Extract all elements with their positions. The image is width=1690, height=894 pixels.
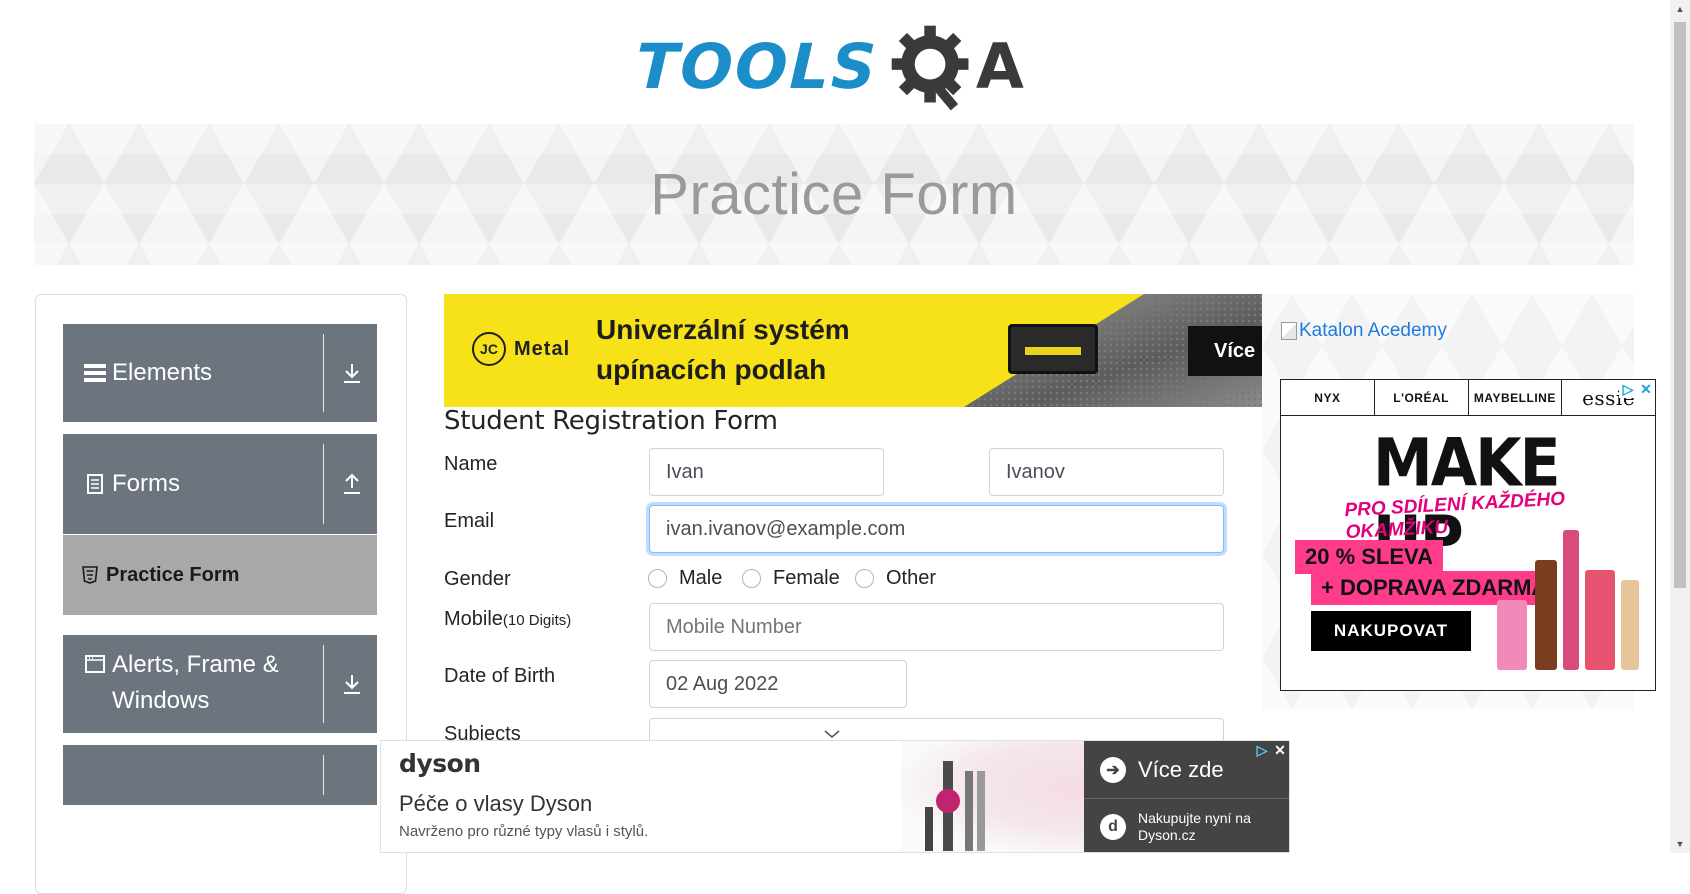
gender-male-radio[interactable]: Male [648,567,722,590]
radio-circle[interactable] [855,569,874,588]
makeup-ad[interactable]: NYX L'ORÉAL MAYBELLINE essie ▷ ✕ MAKE UP… [1280,379,1656,691]
date-of-birth-input[interactable] [649,660,907,708]
adchoices-icon[interactable]: ▷ [1619,380,1637,398]
sidebar-group-elements[interactable]: Elements [63,324,377,422]
ad-choices[interactable]: ▷ ✕ [1253,741,1289,759]
radio-circle[interactable] [742,569,761,588]
ad-cta-button[interactable]: Více i [1188,326,1262,376]
dyson-shop-text: Nakupujte nyní na Dyson.cz [1138,810,1251,844]
vertical-scrollbar[interactable]: ▲ ▼ [1670,0,1690,853]
katalon-link-text: Katalon Acedemy [1299,320,1447,341]
dyson-more-label: Více zde [1138,756,1224,782]
sidebar-group-next[interactable] [63,745,377,805]
radio-circle[interactable] [648,569,667,588]
download-arrow-icon[interactable] [339,671,365,697]
dob-label: Date of Birth [444,665,556,687]
page-title: Practice Form [650,162,1018,227]
scroll-up-icon[interactable]: ▲ [1670,0,1690,18]
lash-paradise-image [1563,530,1579,670]
arrow-right-icon: ➔ [1100,756,1126,783]
chevron-down-icon [824,730,840,739]
ad-choices[interactable]: ▷ ✕ [1619,380,1655,398]
dyson-ad[interactable]: dyson Péče o vlasy Dyson Navrženo pro rů… [380,740,1290,853]
sidebar-item-label: Practice Form [106,563,240,586]
html5-icon [82,566,98,584]
hamburger-icon [84,363,106,383]
close-icon[interactable]: ✕ [1637,380,1655,398]
brand-maybelline: MAYBELLINE [1469,380,1563,415]
jc-brand: Metal [514,337,571,360]
radio-label: Male [679,567,723,589]
dyson-d-icon: d [1100,813,1126,840]
sale-line-1: 20 % SLEVA [1295,540,1443,574]
mascara-brown-image [1535,560,1557,670]
ad-headline-line1: Univerzální systém [596,314,850,345]
scroll-down-icon[interactable]: ▼ [1670,835,1690,853]
mobile-label-text: Mobile [444,608,503,630]
scrollbar-thumb[interactable] [1674,22,1686,588]
form-title: Student Registration Form [444,406,778,436]
name-label: Name [444,453,498,475]
divider [323,755,324,795]
sidebar-item-practice-form[interactable]: Practice Form [63,535,377,615]
last-name-input[interactable] [989,448,1224,496]
dyson-shop-line2: Dyson.cz [1138,826,1196,843]
ad-headline: Univerzální systém upínacích podlah [596,310,850,390]
close-icon[interactable]: ✕ [1271,741,1289,759]
download-arrow-icon[interactable] [339,360,365,386]
lipstick-image [1585,570,1615,670]
email-label: Email [444,510,495,532]
broken-image-icon [1281,322,1297,340]
toolsqa-logo[interactable]: TOOLS A [634,18,1046,114]
adchoices-icon[interactable]: ▷ [1253,741,1271,759]
ad-headline-line2: upínacích podlah [596,354,827,385]
divider [323,645,324,723]
sidebar-group-label: Elements [112,359,213,386]
email-input[interactable] [649,505,1224,553]
page-banner: Practice Form [34,124,1634,265]
dyson-logo: dyson [399,749,481,778]
sidebar-group-alerts[interactable]: Alerts, Frame & Windows [63,635,377,733]
brand-nyx: NYX [1281,380,1375,415]
dyson-shop-link[interactable]: d Nakupujte nyní na Dyson.cz [1084,799,1289,852]
dyson-title: Péče o vlasy Dyson [399,791,593,816]
brand-loreal: L'ORÉAL [1375,380,1469,415]
foundation-image [1621,580,1639,670]
radio-label: Female [773,567,840,589]
document-icon [84,474,106,494]
divider [323,334,324,412]
gender-other-radio[interactable]: Other [855,567,936,590]
gear-magnifier-icon [891,25,969,111]
nail-polish-image [1497,600,1527,670]
gender-female-radio[interactable]: Female [742,567,840,590]
jc-circle: JC [472,332,506,366]
katalon-academy-link[interactable]: Katalon Acedemy [1281,320,1447,342]
sidebar-group-label: Alerts, Frame & Windows [112,651,279,714]
mobile-input[interactable] [649,603,1224,651]
upload-arrow-icon[interactable] [339,471,365,497]
sidebar-group-label: Forms [112,470,180,497]
machine-image [1008,324,1098,374]
logo-a: A [975,29,1024,103]
shop-now-button[interactable]: NAKUPOVAT [1311,611,1471,651]
first-name-input[interactable] [649,448,884,496]
mobile-label: Mobile(10 Digits) [444,608,571,631]
jc-metal-ad[interactable]: JC Metal Univerzální systém upínacích po… [444,294,1262,407]
jc-metal-logo: JC Metal [472,332,570,366]
mobile-hint: (10 Digits) [502,612,572,629]
sidebar-group-forms[interactable]: Forms [63,434,377,534]
dyson-subtitle: Navrženo pro různé typy vlasů i stylů. [399,823,649,840]
logo-text: TOOLS [634,29,880,103]
window-icon [84,655,106,673]
divider [323,444,324,524]
radio-label: Other [886,567,937,589]
brand-strip: NYX L'ORÉAL MAYBELLINE essie [1281,380,1655,416]
dyson-shop-line1: Nakupujte nyní na [1138,809,1251,826]
gender-label: Gender [444,568,511,590]
